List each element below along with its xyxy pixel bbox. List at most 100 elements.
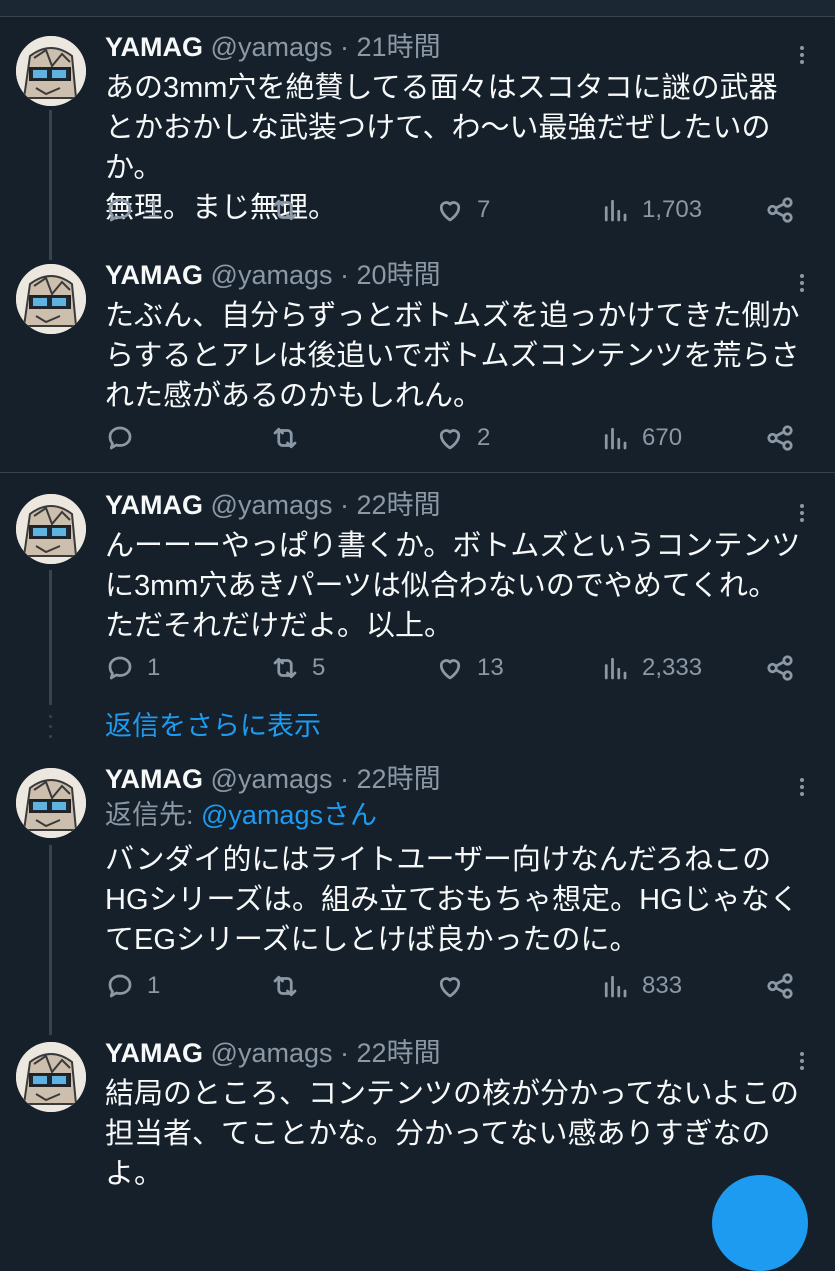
like-icon: [439, 429, 461, 450]
separator-dot: ·: [340, 490, 350, 520]
reply-icon: [108, 426, 132, 450]
tweet-header: YAMAG @yamags · 22時間: [105, 762, 775, 796]
reply-count: 1: [147, 196, 161, 223]
separator-dot: ·: [340, 32, 350, 62]
more-icon[interactable]: [797, 274, 807, 295]
like-button[interactable]: 13: [435, 648, 504, 688]
like-count: 2: [477, 424, 491, 451]
reply-button[interactable]: 1: [105, 648, 160, 688]
timestamp[interactable]: 20時間: [357, 260, 441, 290]
like-button[interactable]: 2: [435, 418, 490, 458]
display-name[interactable]: YAMAG: [105, 490, 203, 520]
tweet-header: YAMAG @yamags · 22時間: [105, 1036, 775, 1070]
like-icon: [439, 977, 461, 998]
share-button[interactable]: [765, 966, 795, 1006]
share-button[interactable]: [765, 648, 795, 688]
like-count: 7: [477, 196, 491, 223]
reply-to-label: 返信先:: [105, 800, 202, 830]
reply-to-line: 返信先: @yamagsさん: [105, 798, 377, 832]
views-icon: [604, 657, 627, 680]
tweet-text: んーーーやっぱり書くか。ボトムズというコンテンツに3mm穴あきパーツは似合わない…: [105, 530, 801, 642]
tweet-actions: 2 670: [105, 418, 805, 458]
like-button[interactable]: [435, 966, 477, 1006]
like-button[interactable]: 7: [435, 190, 490, 230]
reply-to-mention[interactable]: @yamagsさん: [201, 800, 377, 830]
share-icon: [767, 655, 793, 681]
reply-button[interactable]: 1: [105, 190, 160, 230]
compose-button[interactable]: [712, 1175, 808, 1271]
timestamp[interactable]: 21時間: [357, 32, 441, 62]
view-count: 1,703: [642, 196, 703, 223]
retweet-button[interactable]: [270, 418, 312, 458]
avatar[interactable]: [16, 1042, 86, 1112]
user-handle[interactable]: @yamags: [211, 490, 333, 520]
tweet-actions: 1 5 13 2,333: [105, 648, 805, 688]
show-more-replies-link[interactable]: 返信をさらに表示: [105, 709, 321, 743]
retweet-icon: [273, 657, 297, 679]
reply-button[interactable]: [105, 418, 147, 458]
avatar[interactable]: [16, 264, 86, 334]
views-button[interactable]: 833: [600, 966, 682, 1006]
share-icon: [767, 425, 793, 451]
timestamp[interactable]: 22時間: [357, 764, 441, 794]
tweet-actions: 1 833: [105, 966, 805, 1006]
thread-line: [49, 845, 52, 1035]
display-name[interactable]: YAMAG: [105, 32, 203, 62]
retweet-icon: [273, 975, 297, 997]
timestamp[interactable]: 22時間: [357, 1038, 441, 1068]
retweet-button[interactable]: [270, 966, 312, 1006]
tweet-text: 結局のところ、コンテンツの核が分かってないよこの担当者、てことかな。分かってない…: [105, 1078, 799, 1190]
reply-icon: [108, 656, 132, 680]
display-name[interactable]: YAMAG: [105, 764, 203, 794]
more-icon[interactable]: [797, 46, 807, 67]
previous-tweet-edge: [0, 0, 835, 17]
tweet-text: バンダイ的にはライトユーザー向けなんだろねこのHGシリーズは。組み立ておもちゃ想…: [105, 844, 799, 956]
separator-dot: ·: [340, 764, 350, 794]
user-handle[interactable]: @yamags: [211, 32, 333, 62]
thread-line: [49, 570, 52, 705]
avatar[interactable]: [16, 36, 86, 106]
more-icon[interactable]: [797, 1052, 807, 1073]
tweet-header: YAMAG @yamags · 20時間: [105, 258, 775, 292]
timestamp[interactable]: 22時間: [357, 490, 441, 520]
tweet-header: YAMAG @yamags · 22時間: [105, 488, 775, 522]
user-handle[interactable]: @yamags: [211, 1038, 333, 1068]
more-icon[interactable]: [797, 504, 807, 525]
views-icon: [604, 975, 627, 998]
share-icon: [767, 197, 793, 223]
share-button[interactable]: [765, 418, 795, 458]
reply-count: 1: [147, 972, 161, 999]
like-icon: [439, 201, 461, 222]
retweet-button[interactable]: 5: [270, 648, 325, 688]
retweet-count: 5: [312, 654, 326, 681]
tweet-text: たぶん、自分らずっとボトムズを追っかけてきた側からするとアレは後追いでボトムズコ…: [105, 300, 800, 412]
separator-dot: ·: [340, 260, 350, 290]
share-button[interactable]: [765, 190, 795, 230]
view-count: 670: [642, 424, 683, 451]
retweet-icon: [273, 199, 297, 221]
like-count: 13: [477, 654, 504, 681]
avatar[interactable]: [16, 768, 86, 838]
thread-line: [49, 110, 52, 260]
views-button[interactable]: 1,703: [600, 190, 702, 230]
avatar[interactable]: [16, 494, 86, 564]
display-name[interactable]: YAMAG: [105, 260, 203, 290]
views-icon: [604, 427, 627, 450]
views-button[interactable]: 2,333: [600, 648, 702, 688]
user-handle[interactable]: @yamags: [211, 260, 333, 290]
like-icon: [439, 659, 461, 680]
reply-icon: [108, 974, 132, 998]
views-button[interactable]: 670: [600, 418, 682, 458]
reply-button[interactable]: 1: [105, 966, 160, 1006]
thread-gap-dots: [49, 715, 52, 745]
share-icon: [767, 973, 793, 999]
tweet-header: YAMAG @yamags · 21時間: [105, 30, 775, 64]
display-name[interactable]: YAMAG: [105, 1038, 203, 1068]
separator-dot: ·: [340, 1038, 350, 1068]
divider: [0, 472, 835, 473]
views-icon: [604, 199, 627, 222]
user-handle[interactable]: @yamags: [211, 764, 333, 794]
retweet-button[interactable]: [270, 190, 312, 230]
more-icon[interactable]: [797, 778, 807, 799]
view-count: 2,333: [642, 654, 703, 681]
